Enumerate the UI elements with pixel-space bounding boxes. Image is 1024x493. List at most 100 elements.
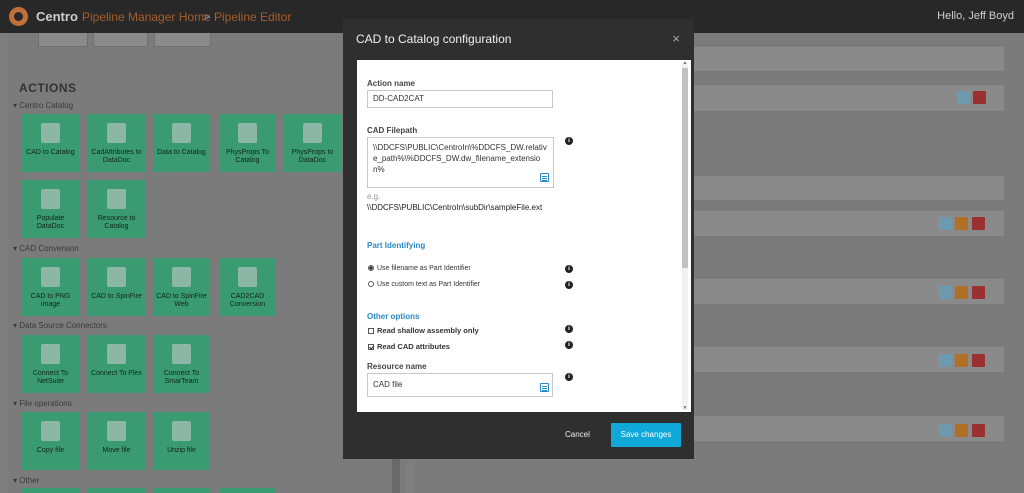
cad-file-icon	[238, 267, 257, 287]
upload-icon	[107, 189, 126, 209]
tile-physprops-to-catalog[interactable]: PhysProps To Catalog	[219, 114, 276, 172]
group-label-centro-catalog[interactable]: ▾ Centro Catalog	[13, 101, 73, 110]
cad-catalog-icon	[41, 123, 60, 143]
example-path: \\DDCFS\PUBLIC\CentroIn\subDir\sampleFil…	[367, 203, 543, 212]
radio-selected-icon[interactable]	[368, 265, 374, 271]
scroll-up-arrow-icon[interactable]: ▲	[682, 61, 688, 66]
edit-icon[interactable]	[939, 424, 952, 437]
tile-data-to-catalog[interactable]: Data to Catalog	[153, 114, 210, 172]
centro-logo-icon[interactable]	[9, 7, 28, 26]
cad-to-catalog-modal: CAD to Catalog configuration × ▲ ▼ Actio…	[343, 19, 694, 459]
action-name-label: Action name	[367, 79, 416, 88]
modal-title: CAD to Catalog configuration	[356, 32, 512, 46]
group-label-other[interactable]: ▾ Other	[13, 476, 39, 485]
tile-other[interactable]	[153, 488, 210, 493]
disable-icon[interactable]	[955, 286, 968, 299]
sf-file-icon	[107, 267, 126, 287]
info-icon[interactable]: i	[565, 137, 573, 145]
delete-icon[interactable]	[972, 217, 985, 230]
tile-connect-to-smarteam[interactable]: Connect To SmarTeam	[153, 335, 210, 393]
group-label-cad-conversion[interactable]: ▾ CAD Conversion	[13, 244, 79, 253]
delete-icon[interactable]	[972, 354, 985, 367]
other-options-heading: Other options	[367, 312, 420, 321]
toolbar-button[interactable]	[38, 33, 88, 47]
data-catalog-icon	[172, 123, 191, 143]
resource-name-label: Resource name	[367, 362, 427, 371]
brand-name[interactable]: Centro	[36, 9, 78, 24]
tile-populate-datadoc[interactable]: Populate DataDoc	[22, 180, 79, 238]
checkbox-read-cad-attributes[interactable]: Read CAD attributes	[368, 342, 450, 351]
breadcrumb-pipeline-manager-home[interactable]: Pipeline Manager Home	[82, 10, 211, 24]
tile-unzip-file[interactable]: Unzip file	[153, 412, 210, 470]
tile-other[interactable]	[219, 488, 276, 493]
group-label-file-operations[interactable]: ▾ File operations	[13, 399, 72, 408]
tile-resource-to-catalog[interactable]: Resource to Catalog	[88, 180, 145, 238]
user-greeting[interactable]: Hello, Jeff Boyd	[937, 10, 1014, 22]
netsuite-icon	[41, 344, 60, 364]
plex-icon	[107, 344, 126, 364]
toolbar-button[interactable]	[154, 33, 211, 47]
modal-scrollbar-thumb[interactable]	[682, 68, 688, 268]
tag-icon	[238, 123, 257, 143]
tile-connect-to-netsuite[interactable]: Connect To NetSuite	[22, 335, 79, 393]
edit-icon[interactable]	[939, 217, 952, 230]
edit-icon[interactable]	[939, 354, 952, 367]
info-icon[interactable]: i	[565, 265, 573, 273]
modal-footer: Cancel Save changes	[343, 412, 694, 459]
delete-icon[interactable]	[973, 91, 986, 104]
edit-icon[interactable]	[957, 91, 970, 104]
radio-unselected-icon[interactable]	[368, 281, 374, 287]
disable-icon[interactable]	[955, 424, 968, 437]
checkbox-checked-icon[interactable]	[368, 344, 374, 350]
radio-use-filename[interactable]: Use filename as Part Identifier	[368, 265, 471, 272]
info-icon[interactable]: i	[565, 341, 573, 349]
close-icon[interactable]: ×	[672, 31, 680, 46]
populate-doc-icon	[41, 189, 60, 209]
example-label: e.g.	[367, 192, 381, 201]
tile-other[interactable]	[22, 488, 79, 493]
copy-icon	[41, 421, 60, 441]
zip-icon	[172, 421, 191, 441]
action-name-input[interactable]: DD-CAD2CAT	[367, 90, 553, 108]
tag-doc-icon	[303, 123, 322, 143]
tile-cad-to-catalog[interactable]: CAD to Catalog	[22, 114, 79, 172]
cad-filepath-input[interactable]: \\DDCFS\PUBLIC\CentroIn\%DDCFS_DW.relati…	[367, 137, 554, 188]
scroll-down-arrow-icon[interactable]: ▼	[682, 406, 688, 411]
tile-cadattributes-to-datadoc[interactable]: CadAttributes to DataDoc	[88, 114, 145, 172]
disable-icon[interactable]	[955, 354, 968, 367]
image-icon	[41, 267, 60, 287]
info-icon[interactable]: i	[565, 325, 573, 333]
save-changes-button[interactable]: Save changes	[611, 423, 681, 447]
tile-cad2cad-conversion[interactable]: CAD2CAD Conversion	[219, 258, 276, 316]
checkbox-read-shallow-assembly[interactable]: Read shallow assembly only	[368, 326, 479, 335]
info-icon[interactable]: i	[565, 373, 573, 381]
tile-connect-to-plex[interactable]: Connect To Plex	[88, 335, 145, 393]
cancel-button[interactable]: Cancel	[565, 430, 590, 439]
delete-icon[interactable]	[972, 424, 985, 437]
checkbox-unchecked-icon[interactable]	[368, 328, 374, 334]
tile-other[interactable]	[88, 488, 145, 493]
tile-physprops-to-datadoc[interactable]: PhysProps to DataDoc	[284, 114, 341, 172]
toolbar-button[interactable]	[93, 33, 148, 47]
delete-icon[interactable]	[972, 286, 985, 299]
tile-cad-to-png[interactable]: CAD to PNG image	[22, 258, 79, 316]
tile-move-file[interactable]: Move file	[88, 412, 145, 470]
tile-cad-to-spinfire[interactable]: CAD to SpinFire	[88, 258, 145, 316]
group-label-data-source-connectors[interactable]: ▾ Data Source Connectors	[13, 321, 107, 330]
move-file-icon	[107, 421, 126, 441]
breadcrumb-pipeline-editor[interactable]: Pipeline Editor	[214, 10, 291, 24]
disable-icon[interactable]	[955, 217, 968, 230]
info-icon[interactable]: i	[565, 281, 573, 289]
edit-icon[interactable]	[939, 286, 952, 299]
tile-copy-file[interactable]: Copy file	[22, 412, 79, 470]
list-icon[interactable]	[540, 383, 549, 392]
list-icon[interactable]	[540, 173, 549, 182]
resource-name-input[interactable]: CAD file	[367, 373, 553, 397]
breadcrumb-separator: >	[203, 10, 211, 24]
part-identifying-heading: Part Identifying	[367, 241, 426, 250]
modal-body: ▲ ▼ Action name DD-CAD2CAT CAD Filepath …	[357, 60, 691, 412]
tile-cad-to-spinfire-web[interactable]: CAD to SpinFire Web	[153, 258, 210, 316]
cad-filepath-label: CAD Filepath	[367, 126, 418, 135]
radio-use-custom-text[interactable]: Use custom text as Part Identifier	[368, 281, 480, 288]
actions-title: ACTIONS	[19, 81, 77, 95]
